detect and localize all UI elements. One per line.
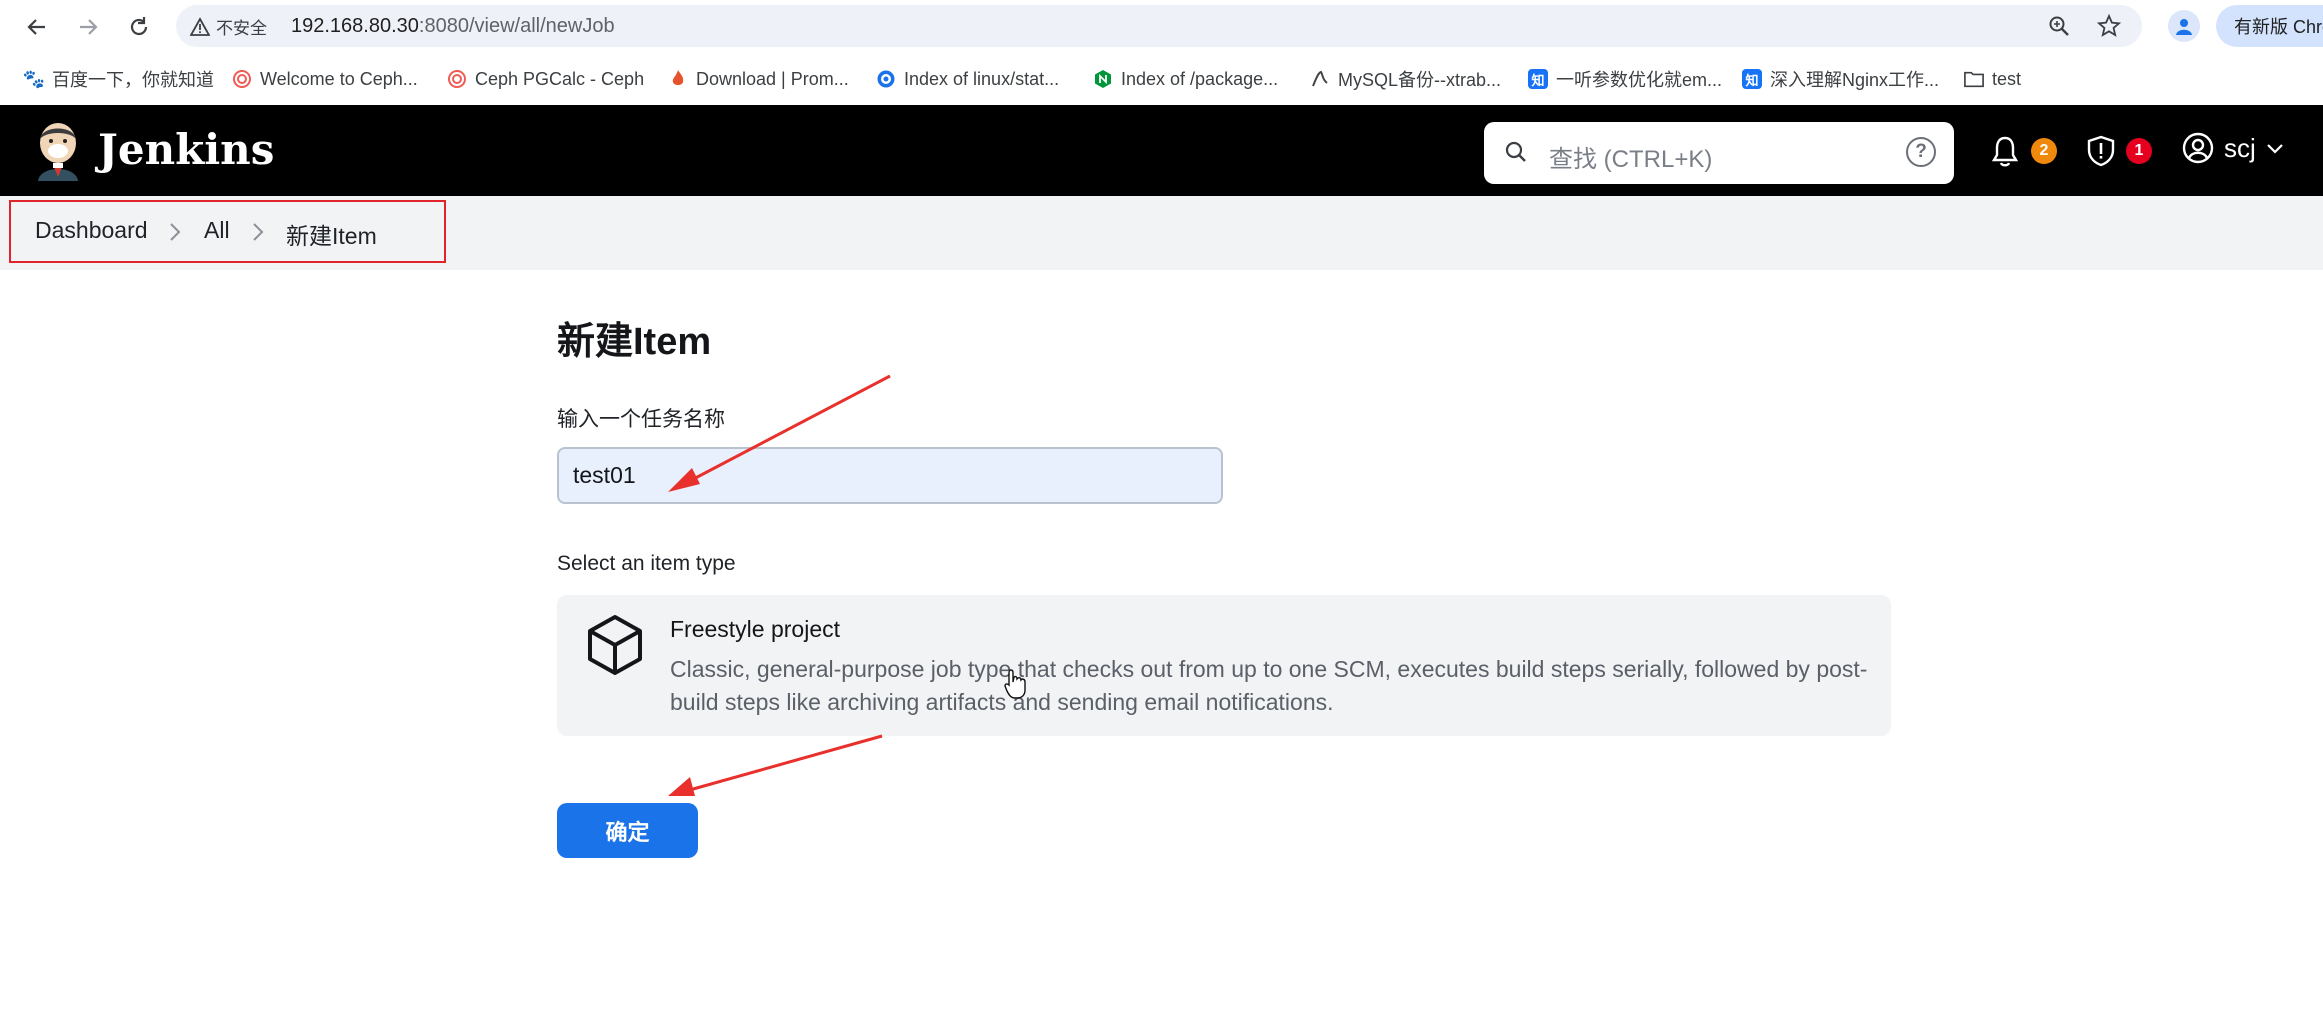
bookmark-label: 深入理解Nginx工作... [1770, 70, 1940, 90]
bookmark-item[interactable]: Index of /package... [1093, 66, 1278, 92]
baidu-icon: 🐾 [22, 68, 46, 89]
address-bar[interactable]: 不安全 192.168.80.30:8080/view/all/newJob [176, 5, 2142, 47]
bookmark-label: Download | Prom... [696, 68, 849, 89]
ok-button[interactable]: 确定 [557, 803, 698, 858]
folder-icon [1964, 69, 1984, 89]
package-box-icon [588, 615, 642, 675]
item-type-freestyle[interactable]: Freestyle project Classic, general-purpo… [557, 595, 1891, 736]
browser-toolbar: 不安全 192.168.80.30:8080/view/all/newJob 有… [0, 0, 2323, 52]
page-title: 新建Item [557, 321, 712, 363]
profile-avatar-icon[interactable] [2168, 10, 2200, 42]
notification-count-badge: 2 [2031, 138, 2057, 164]
jenkins-logo[interactable] [34, 121, 82, 181]
breadcrumb-bar: Dashboard All 新建Item [0, 196, 2323, 270]
chevron-down-icon [2267, 144, 2283, 154]
browser-update-button[interactable]: 有新版 Chro [2216, 5, 2323, 47]
ceph-icon [447, 69, 467, 89]
help-icon[interactable]: ? [1906, 137, 1936, 167]
forward-arrow-icon[interactable] [71, 10, 105, 44]
search-placeholder: 查找 (CTRL+K) [1549, 146, 1713, 173]
bookmark-label: test [1992, 68, 2022, 89]
bookmark-item[interactable]: Ceph PGCalc - Ceph [447, 66, 644, 92]
globe-icon [876, 69, 896, 89]
bookmark-label: Index of linux/stat... [904, 68, 1060, 89]
zhihu-icon: 知 [1528, 69, 1548, 89]
nginx-icon [1093, 69, 1113, 89]
username: scj [2224, 132, 2256, 163]
ceph-icon [232, 69, 252, 89]
bookmark-label: MySQL备份--xtrab... [1338, 70, 1502, 90]
breadcrumb-new-item[interactable]: 新建Item [286, 217, 377, 251]
mysql-icon [1310, 69, 1330, 89]
bookmark-item[interactable]: MySQL备份--xtrab... [1310, 66, 1501, 92]
bookmark-item[interactable]: Index of linux/stat... [876, 66, 1059, 92]
bookmark-label: Index of /package... [1121, 68, 1279, 89]
bookmark-label: 一听参数优化就em... [1556, 70, 1723, 90]
hand-cursor-icon [1004, 669, 1026, 699]
bookmark-star-icon[interactable] [2094, 11, 2124, 41]
url-text[interactable]: 192.168.80.30:8080/view/all/newJob [291, 15, 615, 38]
url-host: 192.168.80.30 [291, 15, 419, 37]
bookmark-folder[interactable]: test [1964, 66, 2021, 92]
breadcrumb-all[interactable]: All [204, 217, 230, 244]
jenkins-header: Jenkins 查找 (CTRL+K) ? 2 1 scj [0, 105, 2323, 285]
bookmark-label: Ceph PGCalc - Ceph [475, 68, 645, 89]
security-label: 不安全 [216, 19, 267, 38]
red-arrow-icon [668, 734, 883, 796]
bookmark-item[interactable]: Welcome to Ceph... [232, 66, 418, 92]
breadcrumb-dashboard[interactable]: Dashboard [35, 217, 148, 244]
zoom-icon[interactable] [2044, 11, 2074, 41]
security-count-badge: 1 [2126, 138, 2152, 164]
item-type-description: Classic, general-purpose job type that c… [670, 656, 1868, 715]
search-icon [1505, 141, 1526, 162]
prometheus-icon [668, 69, 688, 89]
bookmark-label: 百度一下，你就知道 [52, 70, 214, 90]
url-path: :8080/view/all/newJob [418, 15, 615, 37]
chevron-right-icon [170, 223, 181, 241]
chevron-right-icon [253, 223, 264, 241]
bookmark-item[interactable]: Download | Prom... [668, 66, 849, 92]
zhihu-icon: 知 [1742, 69, 1762, 89]
bell-icon[interactable] [1990, 135, 2020, 167]
shield-alert-icon[interactable] [2086, 135, 2116, 167]
bookmark-item[interactable]: 知 一听参数优化就em... [1528, 66, 1722, 92]
bookmark-label: Welcome to Ceph... [260, 68, 418, 89]
item-type-name: Freestyle project [670, 616, 841, 642]
item-name-label: 输入一个任务名称 [557, 408, 725, 431]
jenkins-search-box[interactable]: 查找 (CTRL+K) ? [1484, 122, 1954, 184]
user-circle-icon [2182, 132, 2214, 164]
bookmark-item[interactable]: 知 深入理解Nginx工作... [1742, 66, 1939, 92]
item-name-input[interactable] [557, 447, 1223, 504]
security-indicator[interactable]: 不安全 [190, 14, 267, 39]
back-arrow-icon[interactable] [20, 10, 54, 44]
item-type-label: Select an item type [557, 552, 736, 575]
jenkins-title[interactable]: Jenkins [98, 125, 274, 174]
user-menu[interactable]: scj [2182, 132, 2284, 164]
reload-icon[interactable] [122, 10, 156, 44]
bookmark-item[interactable]: 🐾 百度一下，你就知道 [22, 66, 214, 92]
warning-icon [190, 16, 210, 36]
